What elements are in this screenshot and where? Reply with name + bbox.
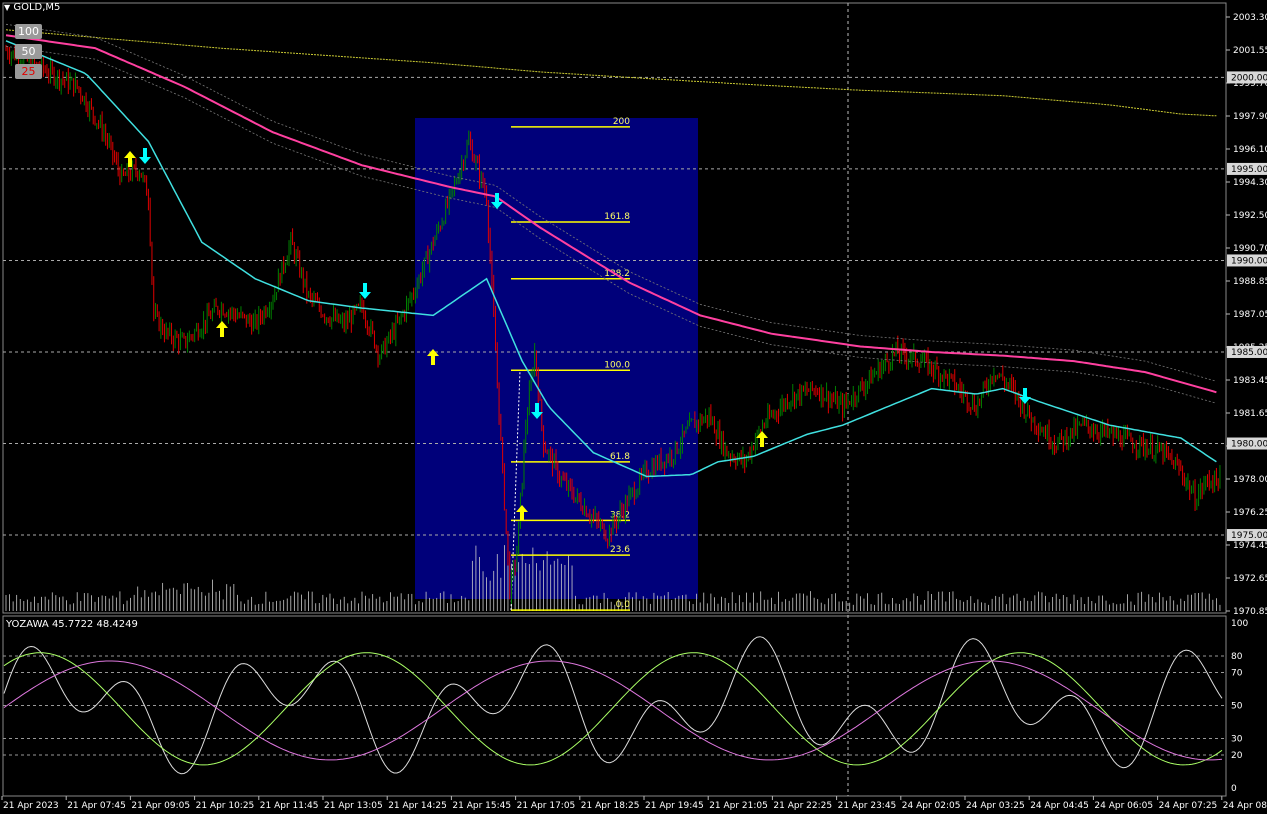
time-tick-label: 21 Apr 22:25: [773, 801, 832, 811]
osc-signal-line: [3, 652, 1223, 766]
time-tick-label: 21 Apr 11:45: [260, 801, 319, 811]
oscillator-lines: [3, 636, 1226, 775]
time-tick-label: 21 Apr 15:45: [452, 801, 511, 811]
osc-tick-label: 80: [1231, 652, 1243, 662]
time-tick-label: 24 Apr 03:25: [966, 801, 1025, 811]
price-tick-label: 1974.45: [1233, 541, 1267, 551]
level-tag-label: 1995.00: [1231, 165, 1267, 175]
up-arrow-icon: [756, 431, 768, 447]
time-tick-label: 21 Apr 14:25: [388, 801, 447, 811]
fib-level-label: 23.6: [610, 545, 630, 555]
price-tick-label: 1972.65: [1233, 574, 1267, 584]
time-tick-label: 21 Apr 13:05: [324, 801, 383, 811]
time-tick-label: 21 Apr 09:05: [131, 801, 190, 811]
price-axis: 2003.302001.551999.701997.901996.101994.…: [1226, 13, 1267, 617]
time-tick-label: 24 Apr 07:25: [1159, 801, 1218, 811]
price-tick-label: 1994.30: [1233, 178, 1267, 188]
level-tag-label: 2000.00: [1231, 73, 1267, 83]
price-tick-label: 1970.85: [1233, 607, 1267, 617]
fib-level-label: 0.0: [616, 600, 631, 610]
osc-axis: 100 80 70 50 30 20 0: [1231, 619, 1248, 794]
time-tick-label: 24 Apr 02:05: [902, 801, 961, 811]
time-tick-label: 21 Apr 2023: [3, 801, 59, 811]
time-tick-label: 21 Apr 23:45: [838, 801, 897, 811]
ma-yellow-line: [5, 29, 1217, 117]
fib-level-label: 200: [613, 117, 630, 127]
price-tick-label: 1997.90: [1233, 112, 1267, 122]
fib-level-label: 161.8: [604, 212, 630, 222]
up-arrow-icon: [216, 321, 228, 337]
price-tick-label: 1996.10: [1233, 145, 1267, 155]
price-tick-label: 2001.55: [1233, 46, 1267, 56]
time-axis: 21 Apr 2023 21 Apr 07:45 21 Apr 09:05 21 Ap…: [1, 796, 1267, 811]
dropdown-icon[interactable]: ▼: [4, 3, 10, 12]
tf-button-50[interactable]: 50: [15, 44, 42, 59]
price-tick-label: 1988.85: [1233, 277, 1267, 287]
time-tick-label: 21 Apr 10:25: [196, 801, 255, 811]
time-tick-label: 24 Apr 04:45: [1030, 801, 1089, 811]
osc-fast-line: [3, 636, 1223, 775]
time-tick-label: 21 Apr 19:45: [645, 801, 704, 811]
price-tick-label: 1983.45: [1233, 376, 1267, 386]
symbol-label[interactable]: ▼ GOLD,M5: [4, 2, 60, 13]
level-tag-label: 1990.00: [1231, 256, 1267, 266]
down-arrow-icon: [139, 148, 151, 164]
tf-button-25[interactable]: 25: [15, 64, 42, 79]
price-tick-label: 1990.70: [1233, 244, 1267, 254]
tf-button-100[interactable]: 100: [15, 24, 42, 39]
level-tag-label: 1980.00: [1231, 440, 1267, 450]
osc-slow-line: [3, 660, 1223, 761]
osc-tick-label: 50: [1231, 702, 1243, 712]
price-tick-label: 2003.30: [1233, 13, 1267, 23]
indicator-label: YOZAWA 45.7722 48.4249: [6, 619, 138, 630]
time-tick-label: 21 Apr 21:05: [709, 801, 768, 811]
down-arrow-icon: [359, 283, 371, 299]
osc-tick-label: 70: [1231, 669, 1243, 679]
osc-tick-label: 100: [1231, 619, 1248, 629]
time-tick-label: 21 Apr 17:05: [517, 801, 576, 811]
time-tick-label: 24 Apr 06:05: [1094, 801, 1153, 811]
price-tick-label: 1992.50: [1233, 211, 1267, 221]
osc-tick-label: 20: [1231, 751, 1243, 761]
osc-tick-label: 30: [1231, 735, 1243, 745]
fib-level-label: 100.0: [604, 360, 630, 370]
price-chart[interactable]: 200161.8138.2100.061.838.223.60.0 2003.3…: [0, 0, 1267, 814]
time-tick-label: 21 Apr 07:45: [67, 801, 126, 811]
time-tick-label: 21 Apr 18:25: [581, 801, 640, 811]
price-tick-label: 1978.00: [1233, 475, 1267, 485]
price-tick-label: 1987.05: [1233, 310, 1267, 320]
fib-level-label: 61.8: [610, 452, 630, 462]
price-tick-label: 1981.65: [1233, 409, 1267, 419]
fib-box[interactable]: [415, 118, 698, 599]
price-tick-label: 1976.25: [1233, 508, 1267, 518]
level-tag-label: 1975.00: [1231, 531, 1267, 541]
osc-tick-label: 0: [1231, 784, 1237, 794]
level-tag-label: 1985.00: [1231, 348, 1267, 358]
time-tick-label: 24 Apr 08:45: [1223, 801, 1267, 811]
